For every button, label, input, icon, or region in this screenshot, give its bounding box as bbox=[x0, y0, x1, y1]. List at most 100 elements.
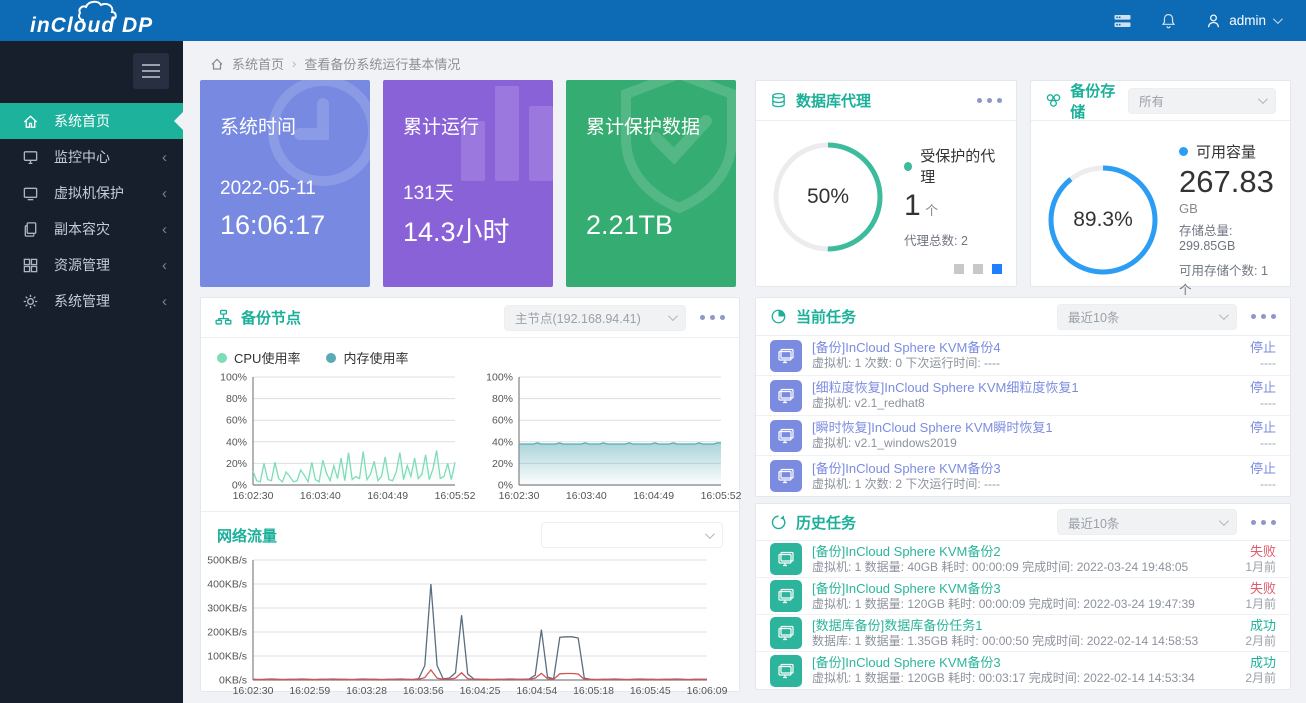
task-detail: 虚拟机: v2.1_windows2019 bbox=[812, 436, 1053, 451]
task-title-link[interactable]: [数据库备份]数据库备份任务1 bbox=[812, 618, 1198, 634]
svg-text:20%: 20% bbox=[226, 458, 247, 470]
svg-text:300KB/s: 300KB/s bbox=[207, 603, 247, 615]
task-detail: 数据库: 1 数据量: 1.35GB 耗时: 00:00:50 完成时间: 20… bbox=[812, 634, 1198, 649]
card-uptime: 累计运行 131天 14.3小时 bbox=[383, 80, 553, 287]
svg-text:16:03:40: 16:03:40 bbox=[566, 490, 607, 502]
svg-text:16:03:40: 16:03:40 bbox=[300, 490, 341, 502]
more-menu-button[interactable] bbox=[977, 98, 1002, 103]
panel-title: 数据库代理 bbox=[796, 90, 871, 111]
task-row: [备份]InCloud Sphere KVM备份3 虚拟机: 1 次数: 2 下… bbox=[756, 456, 1290, 496]
db-agent-body: 50% 受保护的代理 1 个 代理总数: 2 bbox=[756, 121, 1016, 253]
svg-text:500KB/s: 500KB/s bbox=[207, 555, 247, 567]
storage-percent: 89.3% bbox=[1047, 164, 1159, 276]
server-stack-icon[interactable] bbox=[1113, 12, 1132, 30]
vm-task-icon bbox=[770, 460, 802, 492]
task-when: 2月前 bbox=[1245, 634, 1276, 649]
svg-text:16:03:56: 16:03:56 bbox=[403, 685, 444, 697]
stop-task-link[interactable]: 停止 bbox=[1250, 340, 1276, 356]
task-title-link[interactable]: [备份]InCloud Sphere KVM备份2 bbox=[812, 544, 1188, 560]
node-tree-icon bbox=[215, 309, 233, 327]
svg-text:80%: 80% bbox=[226, 393, 247, 405]
recent-filter-dropdown[interactable]: 最近10条 bbox=[1057, 509, 1237, 535]
storage-info: 可用容量 267.83 GB 存储总量: 299.85GB 可用存储个数: 1个 bbox=[1179, 141, 1276, 298]
more-menu-button[interactable] bbox=[1251, 520, 1276, 525]
status-badge: 成功 bbox=[1245, 655, 1276, 671]
chevron-left-icon: ‹ bbox=[162, 185, 167, 202]
task-row: [备份]InCloud Sphere KVM备份3 虚拟机: 1 数据量: 12… bbox=[756, 652, 1290, 689]
storage-filter-dropdown[interactable]: 所有 bbox=[1128, 88, 1276, 114]
network-title: 网络流量 bbox=[217, 525, 277, 546]
storage-icon bbox=[1045, 92, 1062, 110]
card-protected-data: 累计保护数据 2.21TB bbox=[566, 80, 736, 287]
breadcrumb-separator: › bbox=[292, 56, 296, 71]
pager-dot[interactable] bbox=[954, 264, 964, 274]
task-when: ---- bbox=[1250, 477, 1276, 492]
task-when: ---- bbox=[1250, 396, 1276, 411]
task-title-link[interactable]: [备份]InCloud Sphere KVM备份4 bbox=[812, 340, 1001, 356]
svg-text:100%: 100% bbox=[486, 372, 513, 384]
task-title-link[interactable]: [备份]InCloud Sphere KVM备份3 bbox=[812, 461, 1001, 477]
sidebar-item-label: 资源管理 bbox=[54, 255, 110, 275]
network-filter-dropdown[interactable] bbox=[541, 522, 723, 548]
more-menu-button[interactable] bbox=[700, 315, 725, 320]
panel-header: 当前任务 最近10条 bbox=[756, 298, 1290, 336]
chevron-left-icon: ‹ bbox=[162, 221, 167, 238]
sidebar-item-label: 系统首页 bbox=[54, 111, 110, 131]
more-menu-button[interactable] bbox=[1251, 314, 1276, 319]
task-title-link[interactable]: [瞬时恢复]InCloud Sphere KVM瞬时恢复1 bbox=[812, 420, 1053, 436]
task-row: [数据库备份]数据库备份任务1 数据库: 1 数据量: 1.35GB 耗时: 0… bbox=[756, 615, 1290, 652]
panel-header: 备份节点 主节点(192.168.94.41) bbox=[201, 298, 739, 338]
svg-text:16:03:28: 16:03:28 bbox=[346, 685, 387, 697]
stop-task-link[interactable]: 停止 bbox=[1250, 380, 1276, 396]
dropdown-value: 所有 bbox=[1139, 91, 1164, 110]
network-chart-wrap: 500KB/s400KB/s300KB/s200KB/s100KB/s0KB/s… bbox=[201, 550, 739, 703]
bell-icon[interactable] bbox=[1160, 12, 1177, 30]
task-title-link[interactable]: [备份]InCloud Sphere KVM备份3 bbox=[812, 655, 1195, 671]
pager-dot[interactable] bbox=[973, 264, 983, 274]
brand-logo[interactable]: inCloud DP bbox=[20, 0, 200, 41]
task-title-link[interactable]: [细粒度恢复]InCloud Sphere KVM细粒度恢复1 bbox=[812, 380, 1079, 396]
menu-toggle-button[interactable] bbox=[133, 53, 169, 89]
sidebar-item-resources[interactable]: 资源管理 ‹ bbox=[0, 247, 183, 283]
database-icon bbox=[770, 92, 788, 110]
storage-body: 89.3% 可用容量 267.83 GB 存储总量: 299.85GB 可用存储… bbox=[1031, 121, 1290, 298]
sidebar-item-monitoring[interactable]: 监控中心 ‹ bbox=[0, 139, 183, 175]
svg-text:16:02:59: 16:02:59 bbox=[289, 685, 330, 697]
storage-donut: 89.3% bbox=[1047, 164, 1159, 276]
task-when: ---- bbox=[1250, 356, 1276, 371]
sidebar-item-vm-protection[interactable]: 虚拟机保护 ‹ bbox=[0, 175, 183, 211]
breadcrumb-home[interactable]: 系统首页 bbox=[232, 54, 284, 73]
panel-title: 备份存储 bbox=[1070, 80, 1128, 122]
uptime-days: 131天 bbox=[403, 178, 454, 205]
chevron-down-icon bbox=[1273, 14, 1283, 24]
topbar-actions: admin bbox=[1113, 12, 1306, 30]
user-menu[interactable]: admin bbox=[1205, 12, 1280, 30]
stop-task-link[interactable]: 停止 bbox=[1250, 420, 1276, 436]
usage-charts: 100%80%60%40%20%0%16:02:3016:03:4016:04:… bbox=[201, 369, 739, 505]
protected-agents-count: 1 bbox=[904, 189, 921, 222]
task-title-link[interactable]: [备份]InCloud Sphere KVM备份3 bbox=[812, 581, 1195, 597]
task-detail: 虚拟机: 1 数据量: 120GB 耗时: 00:03:17 完成时间: 202… bbox=[812, 671, 1195, 686]
user-icon bbox=[1205, 12, 1222, 30]
uptime-hours: 14.3小时 bbox=[403, 210, 510, 249]
sidebar-item-home[interactable]: 系统首页 bbox=[0, 103, 183, 139]
sidebar-item-replica-dr[interactable]: 副本容灾 ‹ bbox=[0, 211, 183, 247]
memory-legend-dot bbox=[326, 353, 336, 363]
svg-text:16:06:09: 16:06:09 bbox=[687, 685, 728, 697]
pager-dot-active[interactable] bbox=[992, 264, 1002, 274]
sidebar-item-label: 监控中心 bbox=[54, 147, 110, 167]
stop-task-link[interactable]: 停止 bbox=[1250, 461, 1276, 477]
db-agent-percent: 50% bbox=[772, 141, 884, 253]
svg-text:60%: 60% bbox=[226, 415, 247, 427]
vm-task-icon bbox=[770, 340, 802, 372]
vm-task-icon bbox=[770, 420, 802, 452]
chevron-down-icon bbox=[1258, 94, 1268, 104]
cpu-legend-dot bbox=[217, 353, 227, 363]
node-selector-dropdown[interactable]: 主节点(192.168.94.41) bbox=[504, 305, 686, 331]
svg-text:16:04:49: 16:04:49 bbox=[633, 490, 674, 502]
panel-title: 历史任务 bbox=[796, 512, 856, 533]
recent-filter-dropdown[interactable]: 最近10条 bbox=[1057, 304, 1237, 330]
status-badge: 失败 bbox=[1245, 544, 1276, 560]
task-when: 1月前 bbox=[1245, 560, 1276, 575]
sidebar-item-system[interactable]: 系统管理 ‹ bbox=[0, 283, 183, 319]
